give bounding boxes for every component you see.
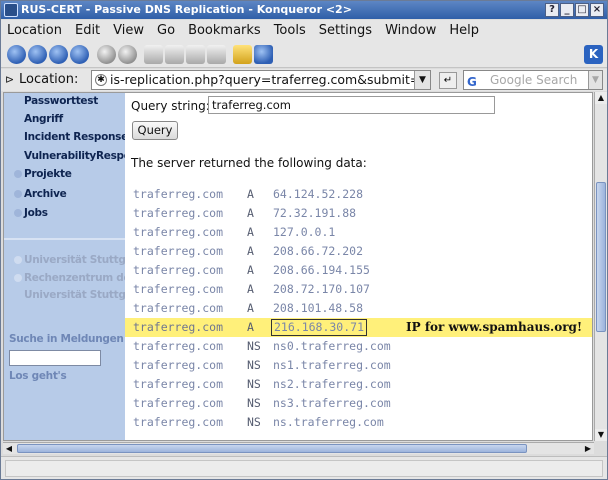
window-title: RUS-CERT - Passive DNS Replication - Kon… xyxy=(21,3,352,16)
bullet-icon xyxy=(14,256,22,264)
horizontal-scroll-thumb[interactable] xyxy=(17,444,527,453)
nav-incident-response[interactable]: Incident Response xyxy=(24,131,128,143)
help-window-button[interactable]: ? xyxy=(545,3,559,17)
forward-icon[interactable] xyxy=(28,45,47,64)
status-bar xyxy=(1,456,607,479)
zoom-out-icon[interactable] xyxy=(186,45,205,64)
dns-record-row: traferreg.com A 72.32.191.88 xyxy=(133,206,357,220)
menu-settings[interactable]: Settings xyxy=(319,20,372,42)
result-intro-text: The server returned the following data: xyxy=(131,156,367,170)
menu-go[interactable]: Go xyxy=(157,20,175,42)
zoom-in-icon[interactable] xyxy=(165,45,184,64)
menu-view[interactable]: View xyxy=(113,20,144,42)
up-icon[interactable] xyxy=(49,45,68,64)
stop-icon[interactable] xyxy=(118,45,137,64)
scroll-up-icon[interactable]: ▲ xyxy=(595,92,607,104)
dns-record-row: traferreg.com A 208.66.72.202 xyxy=(133,244,364,258)
dns-record-row: traferreg.com A 64.124.52.228 xyxy=(133,187,364,201)
vertical-scroll-thumb[interactable] xyxy=(596,182,606,332)
maximize-window-button[interactable]: □ xyxy=(575,3,589,17)
dns-record-row: traferreg.com NS ns.traferreg.com xyxy=(133,415,384,429)
download-icon[interactable] xyxy=(254,45,273,64)
nav-archive[interactable]: Archive xyxy=(14,188,67,200)
clear-location-icon[interactable]: ⊳ xyxy=(5,74,17,86)
bullet-icon xyxy=(14,209,22,217)
status-text-field xyxy=(5,460,603,477)
spamhaus-annotation: IP for www.spamhaus.org! xyxy=(406,320,583,334)
menu-window[interactable]: Window xyxy=(385,20,436,42)
toolbar: K xyxy=(1,42,607,68)
bullet-icon xyxy=(14,274,22,282)
nav-angriff[interactable]: Angriff xyxy=(24,113,63,125)
sidebar-divider xyxy=(4,238,125,240)
lock-icon[interactable] xyxy=(233,45,252,64)
menu-edit[interactable]: Edit xyxy=(75,20,100,42)
url-text: is-replication.php?query=traferreg.com&s… xyxy=(110,72,431,87)
scroll-right-icon[interactable]: ▶ xyxy=(582,443,594,454)
footer-link-universitaet[interactable]: Universität Stuttgart xyxy=(14,254,142,266)
search-dropdown-icon[interactable]: ▼ xyxy=(588,71,602,89)
dns-record-row: traferreg.com A 208.72.170.107 xyxy=(133,282,370,296)
scroll-down-icon[interactable]: ▼ xyxy=(595,429,607,441)
url-dropdown-icon[interactable]: ▼ xyxy=(414,71,430,89)
go-button[interactable]: ↵ xyxy=(439,72,457,89)
menu-bookmarks[interactable]: Bookmarks xyxy=(188,20,261,42)
reload-icon[interactable] xyxy=(97,45,116,64)
dns-record-row: traferreg.com NS ns3.traferreg.com xyxy=(133,396,391,410)
highlighted-ip[interactable]: 216.168.30.71 xyxy=(271,319,368,336)
search-messages-label: Suche in Meldungen xyxy=(9,333,124,345)
browser-window: RUS-CERT - Passive DNS Replication - Kon… xyxy=(0,0,608,480)
window-controls: ? _ □ × xyxy=(545,3,604,17)
menu-location[interactable]: Location xyxy=(7,20,62,42)
search-messages-input[interactable] xyxy=(9,350,101,366)
nav-projekte[interactable]: Projekte xyxy=(14,168,72,180)
dns-record-row: traferreg.com NS ns2.traferreg.com xyxy=(133,377,391,391)
kde-icon: K xyxy=(584,45,603,64)
close-window-button[interactable]: × xyxy=(590,3,604,17)
query-label: Query string: xyxy=(131,99,210,113)
back-icon[interactable] xyxy=(7,45,26,64)
query-input[interactable]: traferreg.com xyxy=(208,96,495,114)
dns-record-row-highlighted: traferreg.com A 216.168.30.71 IP for www.sp… xyxy=(125,318,592,337)
bullet-icon xyxy=(14,170,22,178)
page-favicon-icon: ✱ xyxy=(95,74,107,86)
sidebar: Passworttest Angriff Incident Response V… xyxy=(4,93,151,440)
search-go-link[interactable]: Los geht's xyxy=(9,370,67,382)
nav-passworttest[interactable]: Passworttest xyxy=(24,95,98,107)
google-icon: G xyxy=(467,75,477,89)
footer-link-rechenzentrum[interactable]: Rechenzentrum der xyxy=(14,272,136,284)
search-placeholder: Google Search xyxy=(490,73,578,87)
app-icon xyxy=(4,3,18,17)
home-icon[interactable] xyxy=(70,45,89,64)
horizontal-scrollbar[interactable]: ◀ ▶ xyxy=(3,442,594,454)
dns-record-row: traferreg.com A 208.101.48.58 xyxy=(133,301,364,315)
query-button[interactable]: Query xyxy=(132,121,178,140)
menu-help[interactable]: Help xyxy=(449,20,479,42)
find-icon[interactable] xyxy=(207,45,226,64)
nav-jobs[interactable]: Jobs xyxy=(14,207,48,219)
dns-record-row: traferreg.com NS ns0.traferreg.com xyxy=(133,339,391,353)
minimize-window-button[interactable]: _ xyxy=(560,3,574,17)
title-bar[interactable]: RUS-CERT - Passive DNS Replication - Kon… xyxy=(1,1,607,19)
url-input[interactable]: ✱ is-replication.php?query=traferreg.com… xyxy=(91,70,431,90)
dns-record-row: traferreg.com A 208.66.194.155 xyxy=(133,263,370,277)
vertical-scrollbar[interactable]: ▲ ▼ xyxy=(594,92,607,441)
dns-record-row: traferreg.com A 127.0.0.1 xyxy=(133,225,336,239)
location-bar: ⊳ Location: ✱ is-replication.php?query=t… xyxy=(1,69,607,91)
bullet-icon xyxy=(14,190,22,198)
dns-record-row: traferreg.com NS ns1.traferreg.com xyxy=(133,358,391,372)
menu-tools[interactable]: Tools xyxy=(274,20,306,42)
main-content: Query string: traferreg.com Query The se… xyxy=(125,93,592,440)
location-label: Location: xyxy=(19,72,79,87)
scroll-left-icon[interactable]: ◀ xyxy=(3,443,15,454)
print-icon[interactable] xyxy=(144,45,163,64)
search-input[interactable]: G Google Search ▼ xyxy=(463,70,603,90)
menu-bar: Location Edit View Go Bookmarks Tools Se… xyxy=(1,20,607,42)
page-viewport: Passworttest Angriff Incident Response V… xyxy=(3,92,593,441)
